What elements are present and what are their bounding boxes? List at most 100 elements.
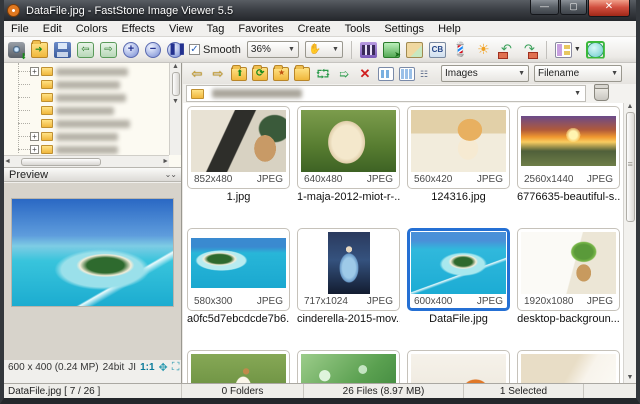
menu-settings[interactable]: Settings bbox=[377, 23, 431, 35]
thumbnail-card-selected[interactable]: 600x400 JPEG bbox=[407, 228, 510, 311]
move-files-icon[interactable]: ➯ bbox=[336, 67, 352, 81]
acquire-camera-icon[interactable] bbox=[8, 41, 27, 61]
move-to-folder-icon[interactable]: ⇨ bbox=[100, 41, 117, 58]
forward-icon[interactable]: ⇨ bbox=[210, 66, 226, 81]
main-toolbar: ⇦ ⇨ + − ❚❚ ✓ Smooth 36%▼ ✋▼ CB 💈 ☀ ↶ ↷ ▼ bbox=[4, 37, 636, 63]
menu-effects[interactable]: Effects bbox=[115, 23, 162, 35]
batch-convert-icon[interactable]: CB bbox=[428, 41, 446, 58]
menu-tag[interactable]: Tag bbox=[200, 23, 232, 35]
adjust-lighting-icon[interactable]: ☀ bbox=[475, 41, 492, 58]
title-bar: DataFile.jpg - FastStone Image Viewer 5.… bbox=[4, 0, 636, 21]
menu-colors[interactable]: Colors bbox=[69, 23, 115, 35]
close-button[interactable]: ✕ bbox=[588, 0, 630, 17]
fit-window-icon[interactable]: ✥ bbox=[159, 361, 168, 374]
tree-vertical-scrollbar[interactable]: ▲ ▼ bbox=[169, 63, 181, 155]
menu-view[interactable]: View bbox=[162, 23, 200, 35]
copy-to-folder-icon[interactable]: ⇦ bbox=[77, 41, 94, 58]
expand-icon[interactable]: + bbox=[30, 145, 39, 154]
open-folder-icon[interactable] bbox=[31, 39, 48, 58]
thumbnail-card[interactable]: 1920x1080 JPEG bbox=[517, 228, 620, 311]
folder-tree[interactable]: + + + ▲ ▼ ◄ ► bbox=[4, 63, 181, 167]
save-icon[interactable] bbox=[54, 41, 71, 58]
menu-tools[interactable]: Tools bbox=[338, 23, 378, 35]
thumbnail-card[interactable]: 640x480 JPEG bbox=[297, 106, 400, 189]
rotate-right-icon[interactable]: ↷ bbox=[521, 42, 538, 59]
browser-panel: ⇦ ⇨ ⮔ ➯ ✕ ☷ Images▼ Filename▼ bbox=[183, 63, 636, 383]
sort-by-select[interactable]: Filename ▼ bbox=[534, 65, 622, 82]
preview-fullscreen-icon[interactable]: ⛶ bbox=[172, 361, 180, 374]
thumbnail-view-icon[interactable] bbox=[378, 66, 394, 81]
favorites-folder-icon[interactable] bbox=[273, 64, 289, 81]
thumbnail-image bbox=[521, 232, 616, 294]
menu-edit[interactable]: Edit bbox=[36, 23, 69, 35]
folder-icon bbox=[41, 67, 53, 76]
menu-favorites[interactable]: Favorites bbox=[231, 23, 290, 35]
thumbnail-image bbox=[521, 354, 616, 383]
thumbnail-card[interactable]: 2560x1440 JPEG bbox=[517, 106, 620, 189]
new-folder-icon[interactable] bbox=[294, 64, 310, 81]
refresh-folder-icon[interactable] bbox=[252, 64, 268, 81]
format-flags: JI bbox=[128, 361, 137, 373]
actual-size-icon[interactable]: ❚❚ bbox=[167, 41, 186, 58]
hand-tool-select[interactable]: ✋ ▼ bbox=[304, 41, 343, 58]
layout-dropdown-arrow[interactable]: ▼ bbox=[574, 46, 581, 53]
recycle-bin-icon[interactable] bbox=[594, 84, 609, 101]
menu-file[interactable]: File bbox=[4, 23, 36, 35]
menu-bar: File Edit Colors Effects View Tag Favori… bbox=[4, 21, 636, 37]
smooth-checkbox[interactable]: ✓ bbox=[189, 44, 200, 55]
app-window: DataFile.jpg - FastStone Image Viewer 5.… bbox=[0, 0, 640, 404]
minimize-button[interactable]: — bbox=[530, 0, 559, 15]
delete-icon[interactable]: ✕ bbox=[357, 66, 373, 81]
zoom-out-icon[interactable]: − bbox=[145, 41, 161, 58]
thumbnail-image bbox=[521, 116, 616, 166]
thumbnail-card[interactable]: 580x300 JPEG bbox=[187, 228, 290, 311]
tree-folder-row[interactable] bbox=[18, 91, 130, 104]
toolbar-separator bbox=[350, 40, 352, 59]
thumbnail-card[interactable]: 560x420 JPEG bbox=[407, 106, 510, 189]
tree-folder-row[interactable]: + bbox=[18, 65, 130, 78]
expand-icon[interactable]: + bbox=[30, 67, 39, 76]
thumbnail-card[interactable]: 717x1024 JPEG bbox=[297, 228, 400, 311]
detail-view-icon[interactable] bbox=[399, 66, 415, 81]
thumbnail-grid: 852x480 JPEG 1.jpg 640x480 JPEG 1-maja-201… bbox=[183, 103, 623, 383]
tree-folder-row[interactable] bbox=[18, 78, 130, 91]
copy-files-icon[interactable]: ⮔ bbox=[315, 67, 331, 81]
smooth-label: Smooth bbox=[203, 43, 241, 56]
menu-help[interactable]: Help bbox=[431, 23, 468, 35]
path-text-blurred bbox=[212, 89, 302, 98]
zoom-in-icon[interactable]: + bbox=[123, 41, 139, 58]
maximize-button[interactable]: ▢ bbox=[560, 0, 587, 15]
thumbnail-card[interactable]: 852x480 JPEG bbox=[187, 106, 290, 189]
tree-folder-row[interactable] bbox=[18, 117, 130, 130]
list-view-icon[interactable]: ☷ bbox=[420, 67, 436, 81]
slideshow-icon[interactable] bbox=[359, 41, 377, 58]
tree-horizontal-scrollbar[interactable]: ◄ ► bbox=[4, 155, 169, 167]
folder-up-icon[interactable] bbox=[231, 64, 247, 81]
collapse-chevron-icon[interactable]: ⌄⌄ bbox=[165, 170, 177, 179]
rotate-left-icon[interactable]: ↶ bbox=[497, 42, 515, 59]
folder-icon bbox=[41, 132, 53, 141]
email-image-icon[interactable] bbox=[382, 41, 401, 59]
clone-stamp-icon[interactable]: 💈 bbox=[452, 41, 469, 58]
thumbnail-card[interactable] bbox=[517, 350, 620, 383]
fullscreen-icon[interactable] bbox=[586, 41, 604, 58]
thumbnail-card[interactable] bbox=[407, 350, 510, 383]
window-layout-icon[interactable] bbox=[554, 41, 572, 58]
expand-icon[interactable]: + bbox=[30, 132, 39, 141]
folder-icon bbox=[41, 93, 53, 102]
path-bar[interactable]: ▼ bbox=[186, 85, 586, 102]
thumbnail-card[interactable] bbox=[187, 350, 290, 383]
crop-board-icon[interactable] bbox=[405, 41, 423, 58]
file-type-filter-select[interactable]: Images ▼ bbox=[441, 65, 529, 82]
preview-panel-header[interactable]: Preview ⌄⌄ bbox=[4, 167, 181, 182]
menu-create[interactable]: Create bbox=[291, 23, 338, 35]
thumbnail-image bbox=[191, 354, 286, 383]
back-icon[interactable]: ⇦ bbox=[189, 66, 205, 81]
preview-image[interactable] bbox=[11, 198, 174, 307]
thumbnail-card[interactable] bbox=[297, 350, 400, 383]
tree-folder-row[interactable] bbox=[18, 104, 130, 117]
zoom-level-select[interactable]: 36% ▼ bbox=[246, 41, 299, 58]
grid-vertical-scrollbar[interactable]: ▲▼ bbox=[623, 103, 636, 383]
path-dropdown-arrow[interactable]: ▼ bbox=[574, 90, 581, 97]
tree-folder-row[interactable]: + bbox=[18, 130, 130, 143]
